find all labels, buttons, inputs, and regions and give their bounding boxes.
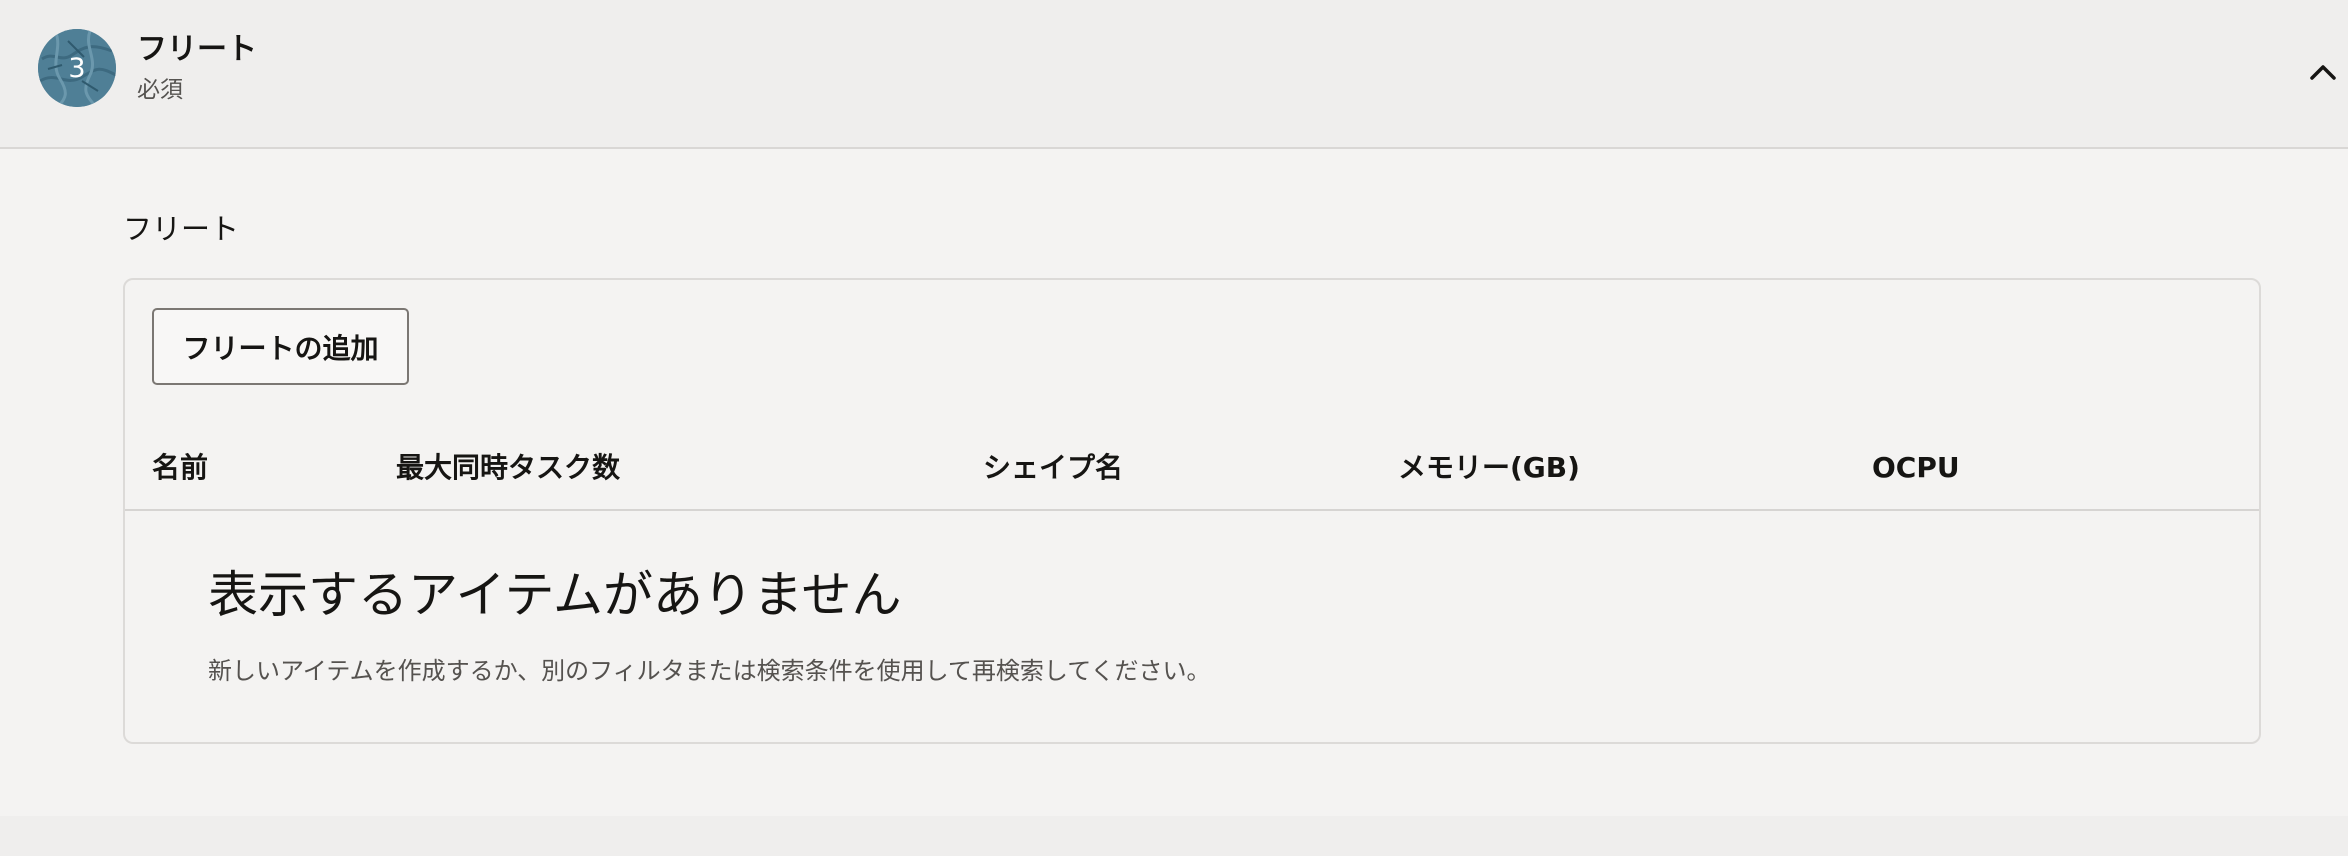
- empty-state-title: 表示するアイテムがありません: [208, 566, 902, 624]
- collapse-toggle-button[interactable]: [2306, 55, 2340, 89]
- step-required-label: 必須: [137, 77, 183, 103]
- column-header-memory[interactable]: メモリー(GB): [1398, 448, 1580, 488]
- add-fleet-button[interactable]: フリートの追加: [152, 308, 409, 385]
- step-title: フリート: [137, 32, 257, 67]
- empty-state-description: 新しいアイテムを作成するか、別のフィルタまたは検索条件を使用して再検索してくださ…: [208, 657, 1211, 685]
- chevron-up-icon: [2310, 65, 2336, 80]
- step-header[interactable]: 3 フリート 必須: [0, 0, 2348, 149]
- column-header-ocpu[interactable]: OCPU: [1872, 448, 1960, 488]
- table-header-divider: [125, 509, 2259, 511]
- column-header-max-concurrent-tasks[interactable]: 最大同時タスク数: [396, 448, 620, 488]
- column-header-name[interactable]: 名前: [152, 448, 208, 488]
- column-header-shape-name[interactable]: シェイプ名: [983, 448, 1123, 488]
- bottom-divider-strip: [0, 816, 2348, 856]
- step-number-badge: 3: [38, 29, 116, 107]
- fleet-section-label: フリート: [123, 212, 240, 246]
- step-number: 3: [68, 52, 86, 84]
